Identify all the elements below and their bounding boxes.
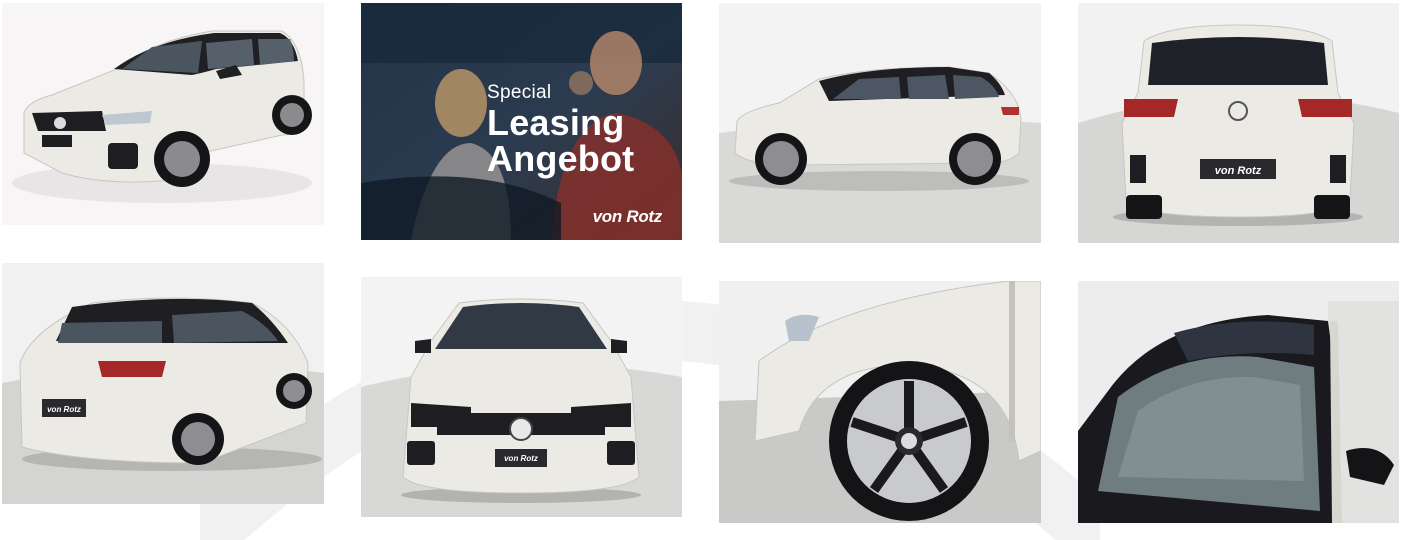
promo-headline: Special Leasing Angebot xyxy=(487,83,634,177)
promo-line-special: Special xyxy=(487,82,552,103)
rear34-plate-text: von Rotz xyxy=(47,405,81,414)
front-plate-text: von Rotz xyxy=(504,454,538,463)
gallery-promo-banner[interactable]: Special Leasing Angebot von Rotz xyxy=(361,3,682,240)
gallery-photo-front-three-quarter[interactable] xyxy=(2,3,324,225)
gallery-photo-panoramic-roof[interactable] xyxy=(1078,281,1399,523)
gallery-photo-rear-three-quarter[interactable]: von Rotz xyxy=(2,263,324,504)
von-rotz-logo: von Rotz xyxy=(592,207,663,226)
promo-line-angebot: Angebot xyxy=(487,138,635,179)
gallery-photo-side-profile[interactable] xyxy=(719,3,1041,243)
gallery-photo-wheel-detail[interactable] xyxy=(719,281,1041,523)
gallery-photo-rear[interactable]: von Rotz xyxy=(1078,3,1399,243)
promo-line-leasing: Leasing xyxy=(487,102,625,143)
gallery-photo-front[interactable]: von Rotz xyxy=(361,277,682,517)
rear-plate-text: von Rotz xyxy=(1215,165,1262,177)
